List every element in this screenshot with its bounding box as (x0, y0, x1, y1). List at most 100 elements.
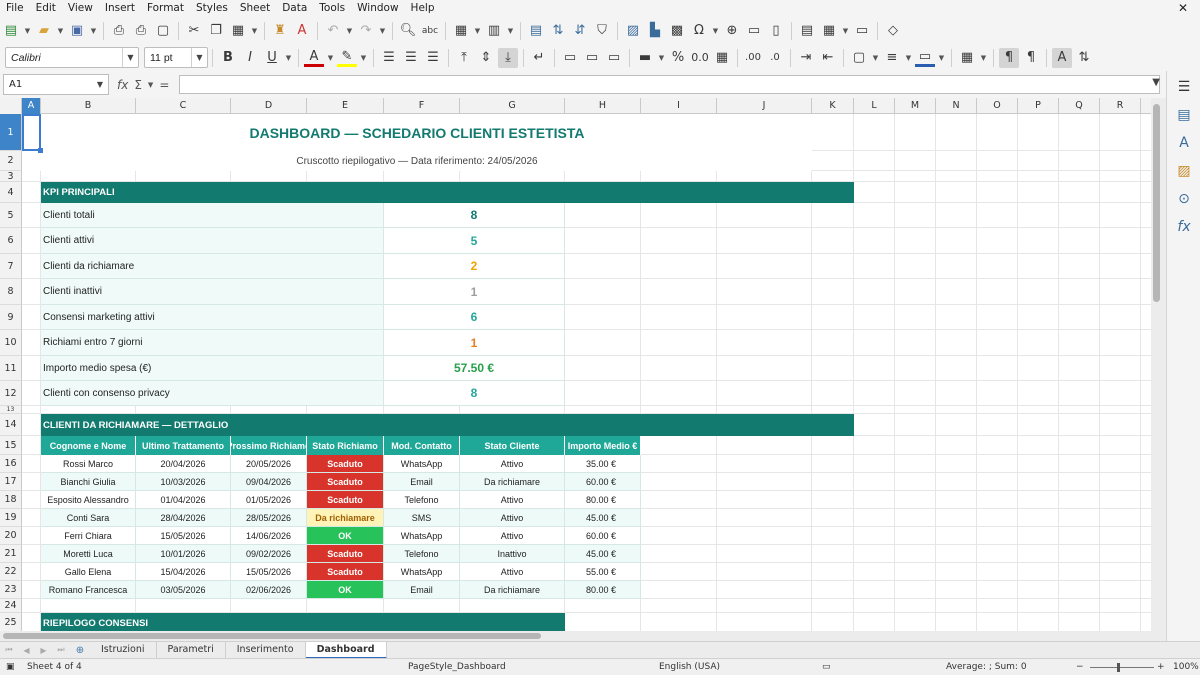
chevron-down-icon[interactable]: ▼ (191, 48, 207, 67)
special-character-icon[interactable]: Ω (689, 21, 709, 41)
spelling-icon[interactable]: abc (420, 21, 440, 41)
tab-dashboard[interactable]: Dashboard (305, 641, 387, 659)
copy-icon[interactable]: ❐ (206, 21, 226, 41)
selection-mode-icon[interactable]: ▭ (822, 662, 831, 672)
align-middle-icon[interactable]: ⇕ (476, 48, 496, 68)
row-header-21[interactable]: 21 (0, 545, 22, 563)
menu-styles[interactable]: Styles (190, 0, 234, 17)
number-format-icon[interactable]: 0.0 (690, 48, 710, 68)
conditional-dropdown-icon[interactable]: ▼ (979, 48, 988, 68)
function-wizard-icon[interactable]: fx (117, 78, 128, 92)
row-header-16[interactable]: 16 (0, 455, 22, 473)
font-size-combo[interactable]: 11 pt ▼ (144, 47, 208, 68)
column-header-p[interactable]: P (1018, 98, 1059, 114)
sort-descending-icon[interactable]: ⇵ (570, 21, 590, 41)
align-right-icon[interactable]: ☰ (423, 48, 443, 68)
delete-decimal-icon[interactable]: .0 (765, 48, 785, 68)
column-header-j[interactable]: J (717, 98, 812, 114)
row-header-14[interactable]: 14 (0, 414, 22, 436)
print-preview-icon[interactable]: ▢ (153, 21, 173, 41)
wrap-text-icon[interactable]: ↵ (529, 48, 549, 68)
add-decimal-icon[interactable]: .00 (743, 48, 763, 68)
print-icon[interactable]: ⎙ (131, 21, 151, 41)
sum-icon[interactable]: Σ (134, 78, 142, 92)
row-header-24[interactable]: 24 (0, 599, 22, 613)
row-dropdown-icon[interactable]: ▼ (473, 21, 482, 41)
row-header-2[interactable]: 2 (0, 151, 22, 171)
menu-help[interactable]: Help (405, 0, 441, 17)
underline-icon[interactable]: U (262, 48, 282, 68)
column-header-i[interactable]: I (641, 98, 717, 114)
percent-format-icon[interactable]: % (668, 48, 688, 68)
zoom-slider[interactable] (1090, 667, 1154, 668)
row-header-3[interactable]: 3 (0, 171, 22, 182)
border-style-dropdown-icon[interactable]: ▼ (904, 48, 913, 68)
horizontal-scroll-thumb[interactable] (3, 633, 541, 639)
highlight-color-icon[interactable]: ✎ (337, 49, 357, 67)
borders-icon[interactable]: ▢ (849, 48, 869, 68)
open-dropdown-icon[interactable]: ▼ (56, 21, 65, 41)
italic-icon[interactable]: I (240, 48, 260, 68)
column-header-r[interactable]: R (1100, 98, 1141, 114)
highlight-dropdown-icon[interactable]: ▼ (359, 48, 368, 68)
add-sheet-icon[interactable]: ⊕ (70, 645, 90, 656)
merge-center-icon[interactable]: ▭ (560, 48, 580, 68)
conditional-format-icon[interactable]: ▦ (957, 48, 977, 68)
borders-dropdown-icon[interactable]: ▼ (871, 48, 880, 68)
text-direction-ltr-icon[interactable]: ¶ (999, 47, 1019, 68)
new-dropdown-icon[interactable]: ▼ (23, 21, 32, 41)
vertical-text-icon[interactable]: A (1052, 47, 1072, 68)
freeze-dropdown-icon[interactable]: ▼ (841, 21, 850, 41)
split-window-icon[interactable]: ▭ (852, 21, 872, 41)
tab-istruzioni[interactable]: Istruzioni (90, 641, 157, 659)
save-icon[interactable]: ▣ (67, 21, 87, 41)
unmerge-cells-icon[interactable]: ▭ (604, 48, 624, 68)
row-header-7[interactable]: 7 (0, 254, 22, 279)
menu-icon[interactable]: ☰ (1167, 73, 1200, 101)
underline-dropdown-icon[interactable]: ▼ (284, 48, 293, 68)
date-format-icon[interactable]: ▦ (712, 48, 732, 68)
show-draw-functions-icon[interactable]: ◇ (883, 21, 903, 41)
save-dropdown-icon[interactable]: ▼ (89, 21, 98, 41)
column-icon[interactable]: ▥ (484, 21, 504, 41)
insert-chart-icon[interactable]: ▙ (645, 21, 665, 41)
last-sheet-icon[interactable]: ⏭ (57, 645, 64, 655)
align-bottom-icon[interactable]: ⤓ (498, 47, 518, 68)
column-header-c[interactable]: C (136, 98, 231, 114)
row-icon[interactable]: ▦ (451, 21, 471, 41)
select-all-corner[interactable] (0, 98, 22, 114)
clone-formatting-icon[interactable]: ♜ (270, 21, 290, 41)
row-header-23[interactable]: 23 (0, 581, 22, 599)
align-top-icon[interactable]: ⤒ (454, 48, 474, 68)
comment-icon[interactable]: ▭ (744, 21, 764, 41)
formula-equals-icon[interactable]: = (159, 78, 169, 92)
menu-sheet[interactable]: Sheet (234, 0, 276, 17)
undo-dropdown-icon[interactable]: ▼ (345, 21, 354, 41)
column-header-g[interactable]: G (460, 98, 565, 114)
row-header-18[interactable]: 18 (0, 491, 22, 509)
font-color-dropdown-icon[interactable]: ▼ (326, 48, 335, 68)
row-header-4[interactable]: 4 (0, 182, 22, 203)
column-header-a[interactable]: A (22, 98, 41, 114)
chevron-down-icon[interactable]: ▼ (122, 48, 138, 67)
open-folder-icon[interactable]: ▰ (34, 21, 54, 41)
functions-icon[interactable]: fx (1167, 213, 1200, 241)
border-style-icon[interactable]: ≡ (882, 48, 902, 68)
tab-inserimento[interactable]: Inserimento (226, 641, 306, 659)
sort-ascending-icon[interactable]: ⇅ (548, 21, 568, 41)
undo-icon[interactable]: ↶ (323, 21, 343, 41)
row-header-20[interactable]: 20 (0, 527, 22, 545)
column-header-q[interactable]: Q (1059, 98, 1100, 114)
export-pdf-icon[interactable]: ⎙ (109, 21, 129, 41)
row-header-8[interactable]: 8 (0, 279, 22, 305)
spreadsheet-grid[interactable]: ABCDEFGHIJKLMNOPQR 1 2 3 4 5 6 7 8 9 10 11 12 13 14 15… (0, 98, 1163, 633)
column-header-h[interactable]: H (565, 98, 641, 114)
special-character-dropdown-icon[interactable]: ▼ (711, 21, 720, 41)
insert-image-icon[interactable]: ▨ (623, 21, 643, 41)
merge-cells-icon[interactable]: ▭ (582, 48, 602, 68)
row-header-5[interactable]: 5 (0, 203, 22, 228)
properties-icon[interactable]: ▤ (1167, 101, 1200, 129)
find-replace-icon[interactable]: 🔍︎ (398, 21, 418, 41)
row-header-12[interactable]: 12 (0, 381, 22, 406)
menu-view[interactable]: View (62, 0, 99, 17)
